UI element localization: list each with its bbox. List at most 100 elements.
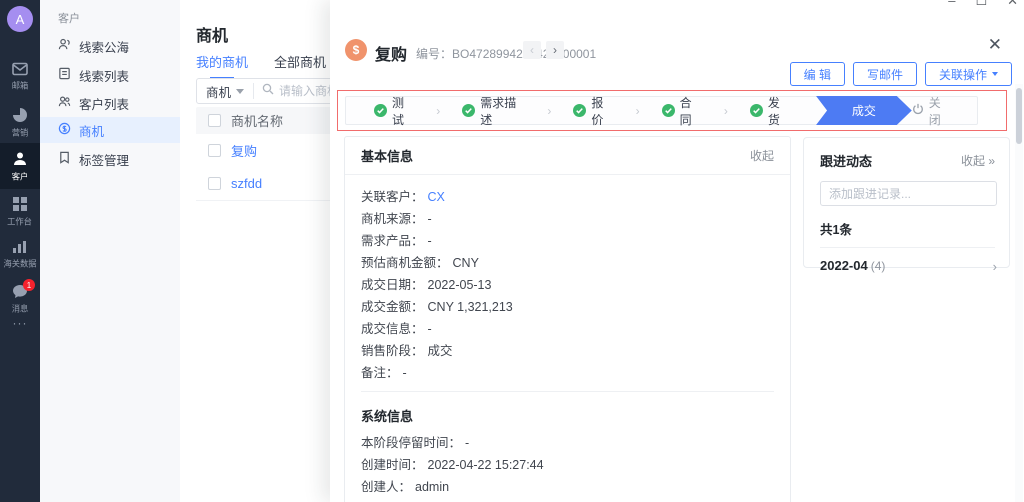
related-operations-button[interactable]: 关联操作	[925, 62, 1012, 86]
field-row: 成交信息：-	[361, 318, 774, 340]
close-icon[interactable]: ✕	[988, 36, 1002, 53]
field-row: 资料更新时间：2022-05-07 15:09:27	[361, 498, 774, 502]
customer-icon	[12, 151, 28, 167]
follow-up-group-row[interactable]: 2022-04(4) ›	[804, 248, 1009, 275]
rail-item-messages[interactable]: 1 消息	[0, 284, 40, 315]
stage-done[interactable]: 发货	[750, 94, 790, 128]
tab-all-opportunities[interactable]: 全部商机	[274, 52, 326, 79]
field-row: 成交金额：CNY 1,321,213	[361, 296, 774, 318]
row-checkbox[interactable]	[208, 177, 221, 190]
stage-separator-icon: ›	[547, 104, 551, 118]
stage-current[interactable]: 成交	[816, 96, 912, 125]
check-circle-icon	[462, 104, 475, 117]
rail-more-button[interactable]: ···	[0, 316, 40, 330]
stage-closed[interactable]: 关闭	[912, 94, 951, 128]
scrollbar-thumb[interactable]	[1016, 88, 1022, 144]
sidebar-item-opportunity[interactable]: 商机	[40, 117, 180, 143]
field-row: 成交日期：2022-05-13	[361, 274, 774, 296]
field-row: 备注：-	[361, 362, 774, 384]
list-tabs: 我的商机 全部商机	[196, 52, 326, 79]
opportunity-link[interactable]: 复购	[231, 141, 257, 160]
mail-icon	[12, 62, 28, 76]
stage-separator-icon: ›	[636, 104, 640, 118]
tab-my-opportunities[interactable]: 我的商机	[196, 52, 248, 79]
minimize-button[interactable]: –	[948, 0, 955, 9]
rail-item-marketing[interactable]: 营销	[0, 107, 40, 139]
page-title: 商机	[196, 22, 228, 46]
row-checkbox[interactable]	[208, 144, 221, 157]
field-row: 创建人：admin	[361, 476, 774, 498]
stage-done[interactable]: 需求描述	[462, 94, 525, 128]
edit-button[interactable]: 编 辑	[790, 62, 845, 86]
detail-title: 复购	[375, 41, 407, 65]
check-circle-icon	[573, 104, 586, 117]
sidebar-item-tag-management[interactable]: 标签管理	[40, 146, 180, 172]
sidebar-item-lead-list[interactable]: 线索列表	[40, 62, 180, 88]
follow-up-title: 跟进动态	[820, 151, 872, 170]
customer-list-icon	[58, 95, 71, 111]
divider	[361, 391, 774, 392]
field-row: 关联客户：CX	[361, 186, 774, 208]
check-circle-icon	[662, 104, 675, 117]
message-badge: 1	[23, 279, 35, 291]
field-row: 本阶段停留时间：-	[361, 432, 774, 454]
prev-record-button[interactable]: ‹	[523, 41, 541, 59]
primary-nav-rail: A 邮箱 营销 客户 工作台 海关数据 1 消息 ··	[0, 0, 40, 502]
field-row: 商机来源：-	[361, 208, 774, 230]
field-row: 需求产品：-	[361, 230, 774, 252]
write-email-button[interactable]: 写邮件	[853, 62, 917, 86]
secondary-sidebar: 客户 线索公海 线索列表 客户列表 商机 标签管理	[40, 0, 180, 502]
sales-stage-stepper: 测试 › 需求描述 › 报价 › 合同 › 发货 成交	[345, 96, 978, 125]
check-circle-icon	[750, 104, 763, 117]
lead-pool-icon	[58, 38, 71, 54]
filter-field-dropdown[interactable]: 商机	[197, 82, 253, 101]
add-follow-up-input[interactable]	[820, 181, 997, 206]
collapse-basic-info-link[interactable]: 收起	[750, 147, 774, 164]
chevron-down-icon	[992, 72, 998, 76]
rail-item-customs-data[interactable]: 海关数据	[0, 240, 40, 270]
stage-done[interactable]: 测试	[374, 94, 414, 128]
select-all-checkbox[interactable]	[208, 114, 221, 127]
window-close-button[interactable]: ✕	[1007, 0, 1018, 9]
basic-info-title: 基本信息	[361, 146, 413, 165]
column-header-name: 商机名称	[231, 111, 283, 130]
sidebar-item-lead-pool[interactable]: 线索公海	[40, 33, 180, 59]
system-info-title: 系统信息	[361, 401, 774, 432]
stage-done[interactable]: 合同	[662, 94, 702, 128]
sidebar-item-customer-list[interactable]: 客户列表	[40, 90, 180, 116]
opportunity-money-icon: $	[345, 39, 367, 61]
avatar[interactable]: A	[7, 6, 33, 32]
message-icon: 1	[12, 284, 28, 299]
tag-icon	[58, 151, 71, 167]
basic-info-card: 基本信息 收起 关联客户：CX 商机来源：- 需求产品：- 预估商机金额：CNY…	[344, 136, 791, 502]
rail-item-workbench[interactable]: 工作台	[0, 196, 40, 228]
next-record-button[interactable]: ›	[546, 41, 564, 59]
lead-list-icon	[58, 67, 71, 83]
collapse-follow-up-link[interactable]: 收起 »	[961, 152, 995, 169]
search-icon	[262, 82, 274, 100]
power-icon	[912, 103, 924, 118]
app-window: – ☐ ✕ A 邮箱 营销 客户 工作台 海关数据	[0, 0, 1024, 502]
maximize-button[interactable]: ☐	[975, 0, 987, 9]
detail-actions: 编 辑 写邮件 关联操作	[790, 62, 1012, 86]
marketing-icon	[12, 107, 28, 123]
scrollbar-track[interactable]	[1015, 84, 1023, 502]
chevron-down-icon	[236, 89, 244, 94]
stage-separator-icon: ›	[724, 104, 728, 118]
field-row: 创建时间：2022-04-22 15:27:44	[361, 454, 774, 476]
rail-item-mail[interactable]: 邮箱	[0, 62, 40, 92]
chevron-right-icon: ›	[993, 259, 997, 274]
stage-done[interactable]: 报价	[573, 94, 613, 128]
check-circle-icon	[374, 104, 387, 117]
opportunity-link[interactable]: szfdd	[231, 176, 262, 191]
opportunity-icon	[58, 122, 71, 138]
window-controls: – ☐ ✕	[948, 0, 1018, 9]
field-row: 预估商机金额：CNY	[361, 252, 774, 274]
follow-up-card: 跟进动态 收起 » 共1条 2022-04(4) ›	[803, 137, 1010, 268]
related-customer-link[interactable]: CX	[428, 190, 445, 204]
stage-separator-icon: ›	[436, 104, 440, 118]
customs-data-icon	[12, 240, 28, 254]
opportunity-detail-panel: $ 复购 编号：BO4728994220422000001 ‹ › ✕ 编 辑 …	[330, 0, 1024, 502]
sidebar-section-header: 客户	[58, 10, 80, 26]
rail-item-customer[interactable]: 客户	[0, 151, 40, 183]
